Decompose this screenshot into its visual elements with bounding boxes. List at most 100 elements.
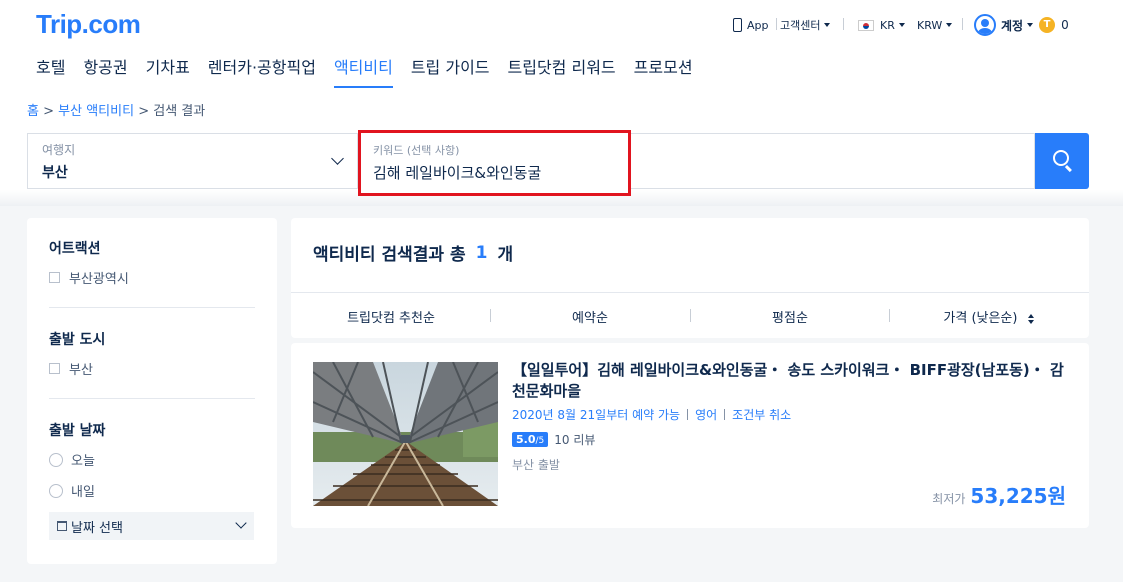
breadcrumb-busan-activities[interactable]: 부산 액티비티: [58, 104, 134, 119]
divider: [687, 409, 689, 420]
chevron-down-icon: [1027, 23, 1034, 27]
language: 영어: [695, 408, 718, 422]
destination-label: 여행지: [42, 143, 76, 157]
currency-selector[interactable]: KRW: [917, 14, 953, 36]
nav-trains[interactable]: 기차표: [146, 56, 190, 88]
chevron-down-icon: [898, 23, 905, 27]
divider: [724, 409, 726, 420]
chevron-down-icon: [824, 23, 831, 27]
chevron-down-icon: [946, 23, 953, 27]
breadcrumb-separator: >: [138, 104, 150, 119]
filter-departure-city-title: 출발 도시: [49, 332, 106, 348]
rating-badge: 5.0/5: [512, 432, 549, 447]
trip-coin-icon: T: [1039, 17, 1056, 33]
price-value: 53,225원: [970, 484, 1066, 508]
language-label: KR: [880, 18, 895, 32]
results-header-panel: 액티비티 검색결과 총 1 개 트립닷컴 추천순 예약순 평점순 가격 (낮은순…: [291, 218, 1089, 338]
sort-rating[interactable]: 평점순: [690, 307, 890, 326]
currency-label: KRW: [917, 18, 943, 32]
phone-icon: [733, 18, 742, 32]
account-label: 계정: [1001, 18, 1024, 33]
sort-bar: 트립닷컴 추천순 예약순 평점순 가격 (낮은순): [291, 292, 1089, 338]
main-nav: 호텔 항공권 기차표 렌터카·공항픽업 액티비티 트립 가이드 트립닷컴 리워드…: [36, 56, 711, 88]
product-price: 최저가 53,225원: [932, 480, 1066, 509]
product-rating: 5.0/5 10 리뷰: [512, 431, 595, 448]
filter-option-label: 부산광역시: [69, 272, 129, 287]
nav-promotions[interactable]: 프로모션: [634, 56, 693, 88]
nav-hotels[interactable]: 호텔: [36, 56, 65, 88]
calendar-icon: [57, 521, 67, 531]
chevron-down-icon: [331, 152, 344, 165]
filter-departure-date-title: 출발 날짜: [49, 423, 106, 439]
app-download-link[interactable]: App: [733, 14, 769, 36]
divider: [49, 307, 255, 308]
product-image[interactable]: [313, 362, 498, 506]
filter-option-today[interactable]: 오늘: [49, 450, 95, 469]
nav-flights[interactable]: 항공권: [83, 56, 127, 88]
nav-activities[interactable]: 액티비티: [333, 56, 393, 88]
rail-bridge-image: [313, 362, 498, 506]
review-count[interactable]: 10 리뷰: [554, 431, 595, 448]
korea-flag-icon: [858, 19, 874, 31]
date-picker-label: 날짜 선택: [71, 520, 123, 536]
sort-bookings[interactable]: 예약순: [490, 307, 690, 326]
support-label: 고객센터: [780, 19, 821, 32]
sort-price[interactable]: 가격 (낮은순): [889, 307, 1089, 326]
breadcrumb-separator: >: [43, 104, 55, 119]
breadcrumb: 홈 > 부산 액티비티 > 검색 결과: [27, 100, 205, 119]
account-menu[interactable]: 계정 T 0: [974, 12, 1069, 38]
divider: [49, 398, 255, 399]
customer-support-menu[interactable]: 고객센터: [780, 14, 831, 36]
results-prefix: 액티비티 검색결과 총: [313, 245, 466, 265]
nav-trip-guide[interactable]: 트립 가이드: [411, 56, 490, 88]
filter-option-busan-city[interactable]: 부산광역시: [49, 268, 129, 287]
divider: [962, 18, 963, 30]
search-icon: [1053, 150, 1069, 166]
sort-arrows-icon: [1027, 313, 1035, 324]
filter-option-busan[interactable]: 부산: [49, 359, 93, 378]
destination-selector[interactable]: 여행지 부산: [27, 133, 358, 189]
nav-car-rental[interactable]: 렌터카·공항픽업: [208, 56, 316, 88]
keyword-value: 김해 레일바이크&와인동굴: [373, 164, 542, 182]
rating-max: /5: [535, 436, 545, 446]
keyword-label: 키워드 (선택 사항): [373, 144, 460, 157]
avatar-icon: [974, 14, 996, 36]
filter-option-label: 오늘: [71, 454, 95, 469]
nav-rewards[interactable]: 트립닷컴 리워드: [508, 56, 616, 88]
divider: [843, 18, 844, 30]
checkbox[interactable]: [49, 363, 60, 374]
product-card[interactable]: 【일일투어】김해 레일바이크&와인동굴・ 송도 스카이워크・ BIFF광장(남포…: [291, 343, 1089, 528]
available-from: 2020년 8월 21일부터 예약 가능: [512, 408, 681, 422]
price-label: 최저가: [932, 492, 966, 506]
date-picker[interactable]: 날짜 선택: [49, 512, 254, 540]
filter-attraction-title: 어트랙션: [49, 241, 101, 257]
keyword-search-input[interactable]: 키워드 (선택 사항) 김해 레일바이크&와인동굴: [358, 130, 631, 196]
cancellation-policy: 조건부 취소: [732, 408, 792, 422]
destination-value: 부산: [42, 165, 68, 181]
trip-logo[interactable]: Trip.com: [36, 9, 141, 40]
breadcrumb-home[interactable]: 홈: [27, 104, 39, 119]
divider: [776, 18, 777, 30]
radio[interactable]: [49, 452, 63, 467]
breadcrumb-current: 검색 결과: [153, 104, 206, 119]
sort-recommended[interactable]: 트립닷컴 추천순: [291, 307, 491, 326]
filter-sidebar: 어트랙션 부산광역시 출발 도시 부산 출발 날짜 오늘 내일 날짜 선택: [27, 218, 277, 564]
radio[interactable]: [49, 483, 63, 498]
filter-option-label: 내일: [71, 485, 95, 500]
departure-location: 부산 출발: [512, 458, 560, 472]
product-meta: 2020년 8월 21일부터 예약 가능 영어 조건부 취소: [512, 406, 791, 423]
language-selector[interactable]: KR: [858, 14, 905, 36]
results-count: 1: [475, 242, 488, 263]
chevron-down-icon: [235, 517, 247, 529]
filter-option-label: 부산: [69, 363, 93, 378]
results-count-heading: 액티비티 검색결과 총 1 개: [313, 240, 514, 266]
product-title[interactable]: 【일일투어】김해 레일바이크&와인동굴・ 송도 스카이워크・ BIFF광장(남포…: [512, 360, 1067, 402]
rating-score: 5.0: [516, 433, 536, 446]
checkbox[interactable]: [49, 272, 60, 283]
filter-option-tomorrow[interactable]: 내일: [49, 481, 95, 500]
search-button[interactable]: [1035, 133, 1089, 189]
points-count: 0: [1061, 18, 1069, 32]
app-label: App: [747, 18, 769, 32]
sort-price-label: 가격 (낮은순): [943, 311, 1018, 326]
results-suffix: 개: [497, 245, 514, 265]
